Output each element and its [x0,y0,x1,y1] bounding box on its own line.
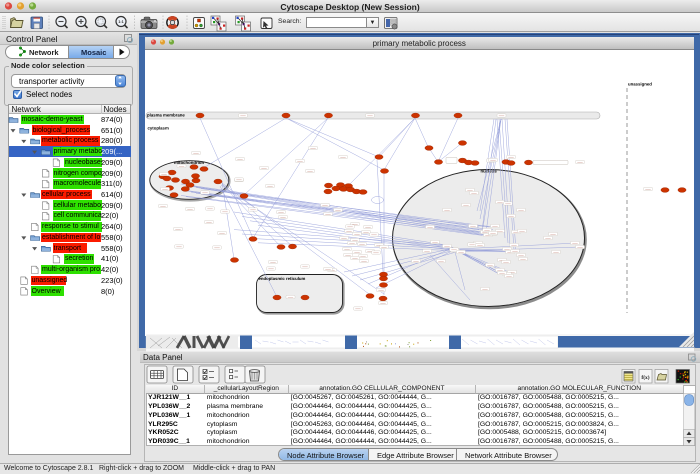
svg-text:plasma membrane: plasma membrane [147,113,185,118]
svg-text:f(x): f(x) [641,375,649,381]
svg-text:cytoplasm: cytoplasm [148,126,169,131]
svg-text:endoplasmic reticulum: endoplasmic reticulum [259,277,306,282]
svg-text:1:1: 1:1 [118,20,124,24]
svg-text:unassigned: unassigned [628,82,652,87]
